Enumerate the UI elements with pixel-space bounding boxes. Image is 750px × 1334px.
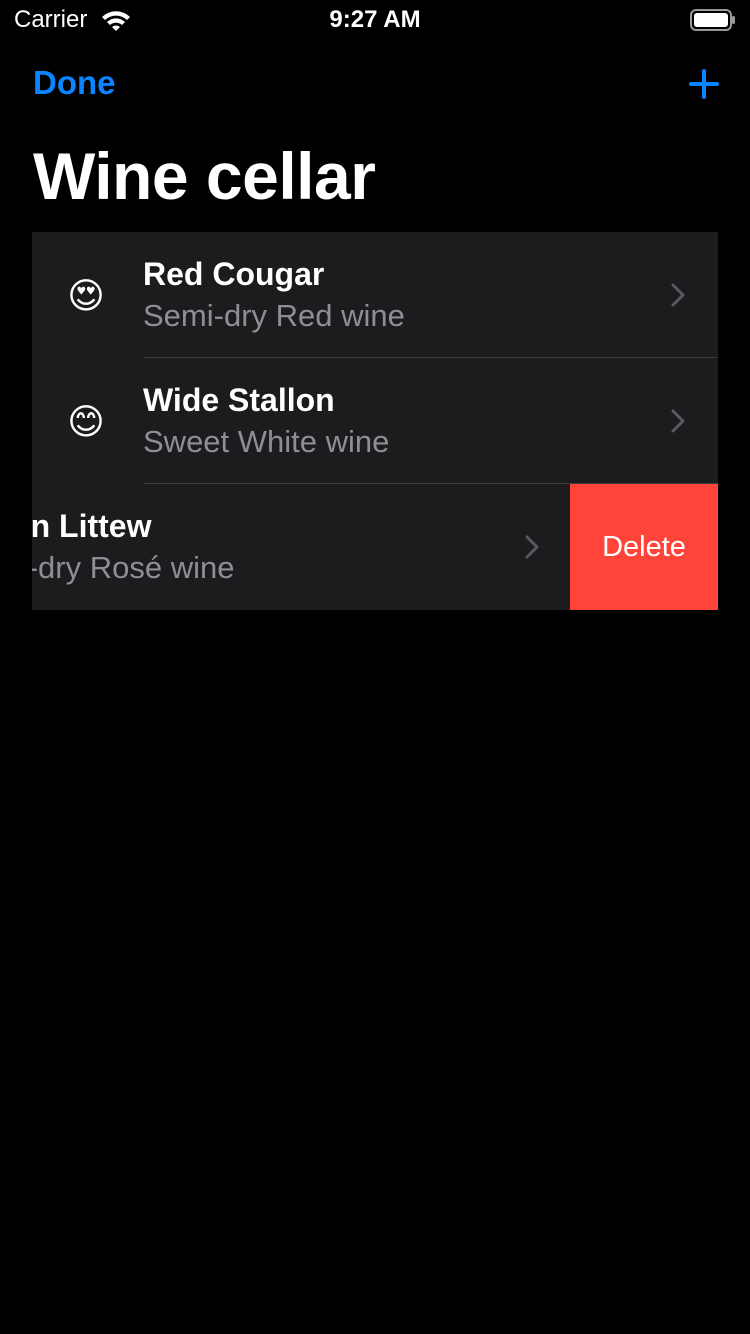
plus-icon[interactable] xyxy=(684,64,724,104)
list-item-swiped[interactable]: een Littew mi-dry Rosé wine Delete xyxy=(32,484,718,610)
chevron-right-icon xyxy=(525,535,539,559)
wine-description: mi-dry Rosé wine xyxy=(32,550,235,585)
page-title: Wine cellar xyxy=(33,139,376,213)
chevron-right-icon xyxy=(671,283,685,307)
screen: Carrier 9:27 AM Done Wine cellar 😍 Red C… xyxy=(0,0,750,1334)
wine-description: Semi-dry Red wine xyxy=(143,298,405,333)
list-item[interactable]: 😊 Wide Stallon Sweet White wine xyxy=(32,358,718,484)
list-item[interactable]: 😍 Red Cougar Semi-dry Red wine xyxy=(32,232,718,358)
done-button[interactable]: Done xyxy=(33,64,116,102)
status-time: 9:27 AM xyxy=(329,6,421,33)
wine-description: Sweet White wine xyxy=(143,424,390,459)
delete-label: Delete xyxy=(602,530,686,563)
wine-name: Wide Stallon xyxy=(143,382,335,418)
heart-eyes-emoji: 😍 xyxy=(67,275,105,316)
wine-list: 😍 Red Cougar Semi-dry Red wine 😊 Wide St… xyxy=(32,232,718,610)
wine-name: een Littew xyxy=(32,508,152,544)
delete-button[interactable]: Delete xyxy=(570,484,718,610)
smiling-emoji: 😊 xyxy=(67,401,105,442)
swiped-row-content: een Littew mi-dry Rosé wine xyxy=(32,484,570,610)
battery-icon xyxy=(690,9,735,31)
chevron-right-icon xyxy=(671,409,685,433)
status-bar: Carrier 9:27 AM xyxy=(0,0,750,40)
wine-name: Red Cougar xyxy=(143,256,325,292)
